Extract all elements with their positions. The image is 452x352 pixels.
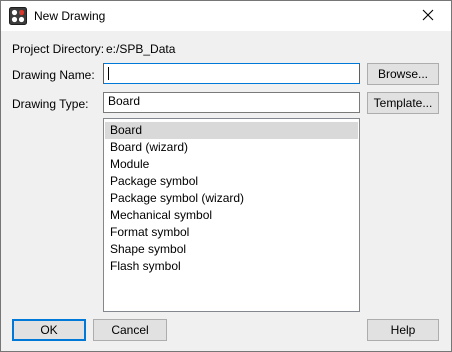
close-icon: [422, 9, 434, 24]
list-item[interactable]: Module: [105, 156, 358, 173]
project-directory-value: e:/SPB_Data: [106, 42, 176, 56]
drawing-type-list[interactable]: Board Board (wizard) Module Package symb…: [103, 118, 360, 312]
list-item[interactable]: Board: [105, 122, 358, 139]
drawing-name-input[interactable]: [103, 63, 360, 84]
list-item[interactable]: Board (wizard): [105, 139, 358, 156]
list-item[interactable]: Package symbol: [105, 173, 358, 190]
list-item[interactable]: Flash symbol: [105, 258, 358, 275]
close-button[interactable]: [405, 1, 451, 31]
list-item[interactable]: Format symbol: [105, 224, 358, 241]
app-logo-icon: [9, 7, 27, 25]
list-item[interactable]: Package symbol (wizard): [105, 190, 358, 207]
drawing-type-label: Drawing Type:: [12, 97, 89, 111]
list-item[interactable]: Mechanical symbol: [105, 207, 358, 224]
cancel-button[interactable]: Cancel: [93, 319, 167, 341]
template-button[interactable]: Template...: [367, 92, 439, 114]
ok-button[interactable]: OK: [12, 319, 86, 341]
drawing-name-label: Drawing Name:: [12, 68, 95, 82]
window-title: New Drawing: [34, 9, 106, 23]
text-caret: [108, 67, 109, 80]
browse-button[interactable]: Browse...: [367, 63, 439, 85]
new-drawing-dialog: New Drawing Project Directory: e:/SPB_Da…: [0, 0, 452, 352]
title-bar: New Drawing: [1, 1, 451, 31]
list-item[interactable]: Shape symbol: [105, 241, 358, 258]
help-button[interactable]: Help: [367, 319, 439, 341]
drawing-type-input[interactable]: Board: [103, 92, 360, 113]
project-directory-label: Project Directory:: [12, 42, 105, 56]
